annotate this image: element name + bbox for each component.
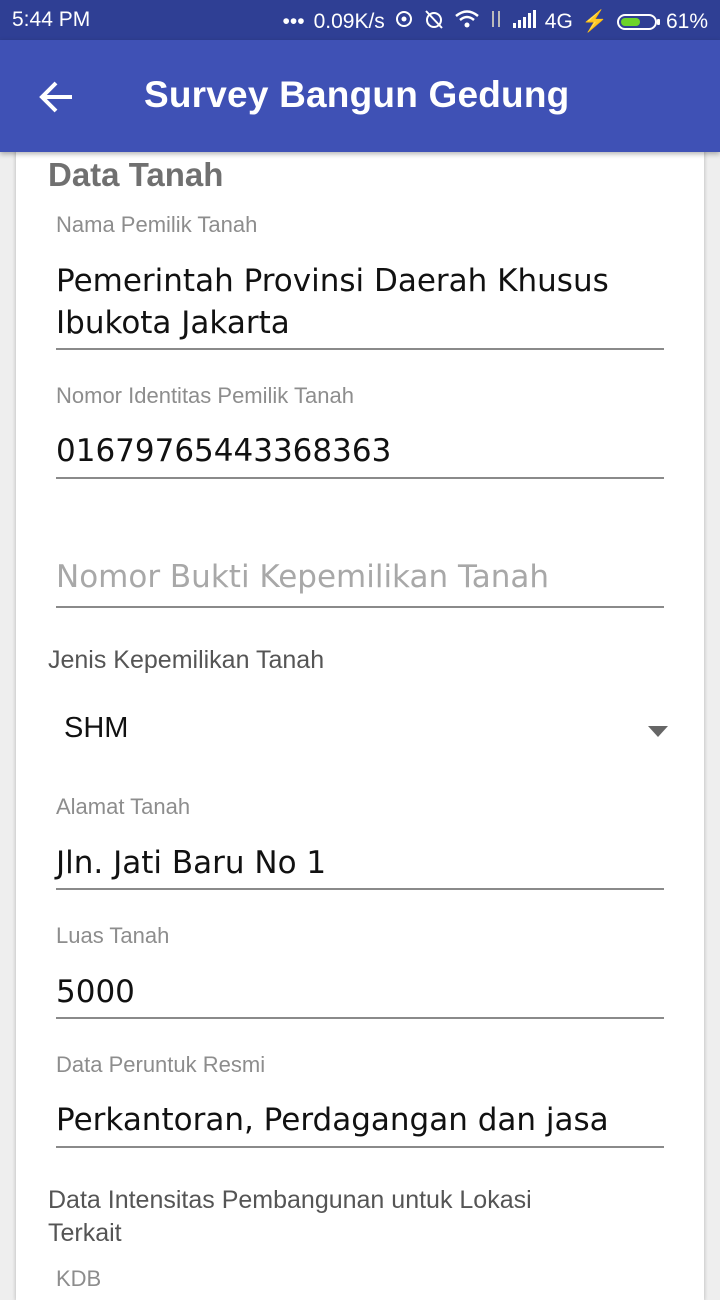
hotspot-icon bbox=[394, 9, 414, 35]
land-address-underline bbox=[56, 888, 664, 890]
land-area-field[interactable]: Luas Tanah 5000 bbox=[56, 923, 664, 1023]
owner-id-field[interactable]: Nomor Identitas Pemilik Tanah 0167976544… bbox=[56, 383, 664, 483]
official-use-underline bbox=[56, 1146, 664, 1148]
app-bar: Survey Bangun Gedung bbox=[0, 40, 720, 152]
official-use-field[interactable]: Data Peruntuk Resmi Perkantoran, Perdaga… bbox=[56, 1052, 664, 1152]
form-card: Data Tanah Nama Pemilik Tanah Pemerintah… bbox=[16, 140, 704, 1300]
kdb-field[interactable]: KDB bbox=[56, 1266, 664, 1296]
more-dots-icon: ••• bbox=[282, 10, 305, 33]
status-time: 5:44 PM bbox=[12, 8, 91, 31]
ownership-proof-field[interactable]: Nomor Bukti Kepemilikan Tanah bbox=[56, 554, 664, 614]
intensity-label-line2: Terkait bbox=[48, 1219, 122, 1247]
arrow-back-icon[interactable] bbox=[38, 78, 76, 116]
section-title: Data Tanah bbox=[48, 156, 224, 193]
ownership-proof-underline bbox=[56, 606, 664, 608]
data-transfer-icon bbox=[489, 9, 503, 35]
owner-name-field[interactable]: Nama Pemilik Tanah Pemerintah Provinsi D… bbox=[56, 212, 664, 352]
land-address-label: Alamat Tanah bbox=[56, 794, 191, 819]
owner-name-underline bbox=[56, 348, 664, 350]
network-speed: 0.09K/s bbox=[313, 10, 385, 33]
official-use-value: Perkantoran, Perdagangan dan jasa bbox=[56, 1102, 609, 1138]
owner-id-underline bbox=[56, 477, 664, 479]
network-type: 4G bbox=[544, 10, 573, 33]
intensity-label-line1: Data Intensitas Pembangunan untuk Lokasi bbox=[48, 1186, 532, 1214]
land-area-value: 5000 bbox=[56, 974, 135, 1010]
land-address-value: Jln. Jati Baru No 1 bbox=[56, 845, 327, 881]
battery-percent: 61% bbox=[665, 10, 708, 33]
land-address-field[interactable]: Alamat Tanah Jln. Jati Baru No 1 bbox=[56, 794, 664, 894]
official-use-label: Data Peruntuk Resmi bbox=[56, 1052, 266, 1077]
land-area-underline bbox=[56, 1017, 664, 1019]
status-icons: ••• 0.09K/s 4G ⚡ 61% bbox=[283, 8, 708, 36]
owner-name-value-line1: Pemerintah Provinsi Daerah Khusus bbox=[56, 263, 609, 299]
owner-name-value-line2: Ibukota Jakarta bbox=[56, 305, 290, 341]
page-title: Survey Bangun Gedung bbox=[144, 74, 570, 115]
charging-icon: ⚡ bbox=[581, 10, 608, 33]
kdb-label: KDB bbox=[56, 1266, 102, 1291]
owner-id-value: 01679765443368363 bbox=[56, 433, 392, 469]
alarm-off-icon bbox=[423, 8, 445, 36]
ownership-type-selected: SHM bbox=[64, 712, 129, 744]
land-area-label: Luas Tanah bbox=[56, 923, 170, 948]
owner-id-label: Nomor Identitas Pemilik Tanah bbox=[56, 383, 354, 408]
battery-icon bbox=[616, 14, 660, 30]
wifi-icon bbox=[454, 9, 480, 35]
signal-icon bbox=[512, 10, 536, 34]
dropdown-arrow-icon bbox=[648, 726, 668, 737]
owner-name-label: Nama Pemilik Tanah bbox=[56, 212, 258, 237]
status-bar: 5:44 PM ••• 0.09K/s 4G ⚡ 61% bbox=[0, 0, 720, 40]
ownership-proof-placeholder: Nomor Bukti Kepemilikan Tanah bbox=[56, 559, 550, 595]
ownership-type-label: Jenis Kepemilikan Tanah bbox=[48, 646, 325, 674]
ownership-type-dropdown[interactable]: SHM bbox=[56, 712, 676, 772]
